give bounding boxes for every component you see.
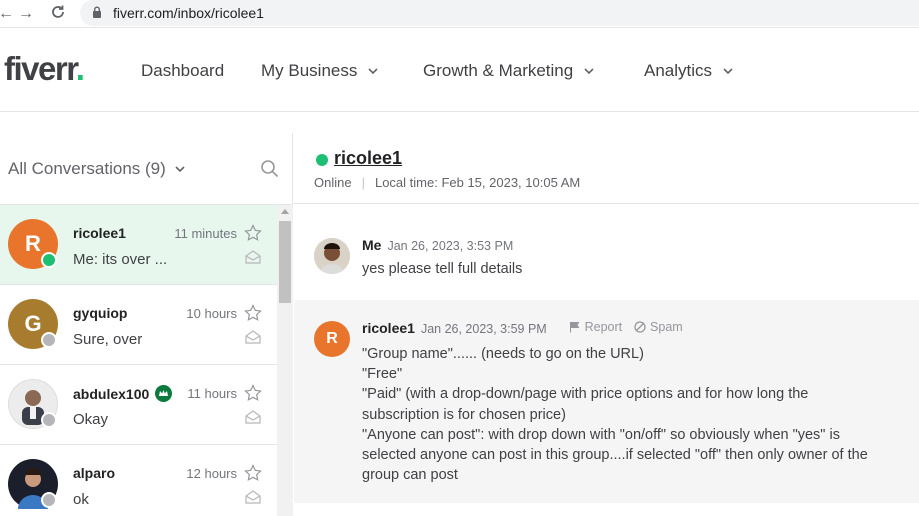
url-text: fiverr.com/inbox/ricolee1 xyxy=(113,5,264,21)
conversation-preview: Me: its over ... xyxy=(73,251,168,268)
message-body: yes please tell full details xyxy=(362,261,523,277)
avatar: R xyxy=(314,321,350,357)
reload-icon[interactable] xyxy=(48,4,68,24)
message-date: Jan 26, 2023, 3:53 PM xyxy=(387,239,514,253)
avatar-photo xyxy=(314,238,350,274)
chevron-down-icon xyxy=(723,68,733,75)
block-icon xyxy=(634,321,646,333)
conversation-name: ricolee1 xyxy=(73,225,126,241)
nav-dashboard[interactable]: Dashboard xyxy=(141,61,224,81)
online-status-dot xyxy=(41,252,57,268)
local-time-text: Local time: Feb 15, 2023, 10:05 AM xyxy=(374,175,581,190)
message-line: group can post xyxy=(362,467,458,484)
chat-header: ricolee1 Online | Local time: Feb 15, 20… xyxy=(294,133,919,204)
browser-toolbar: ← → fiverr.com/inbox/ricolee1 xyxy=(0,0,919,28)
online-status-text: Online xyxy=(314,175,352,190)
conversations-header: All Conversations (9) xyxy=(0,133,293,205)
back-arrow-icon[interactable]: ← xyxy=(0,4,16,24)
nav-growth-marketing[interactable]: Growth & Marketing xyxy=(423,61,595,81)
spam-button[interactable]: Spam xyxy=(634,320,683,334)
message-line: "Group name"...... (needs to go on the U… xyxy=(362,346,644,362)
message-header: Me Jan 26, 2023, 3:53 PM xyxy=(362,237,513,253)
message-line: selected anyone can post in this group..… xyxy=(362,447,868,464)
offline-status-dot xyxy=(41,492,57,508)
envelope-open-icon[interactable] xyxy=(245,330,261,344)
envelope-open-icon[interactable] xyxy=(245,410,261,424)
message-body: "Group name"...... (needs to go on the U… xyxy=(362,344,910,485)
message-header: ricolee1 Jan 26, 2023, 3:59 PM Report Spa… xyxy=(362,320,683,336)
offline-status-dot xyxy=(41,412,57,428)
scrollbar-thumb[interactable] xyxy=(279,221,291,303)
lock-icon xyxy=(93,6,101,18)
chevron-down-icon xyxy=(584,68,594,75)
conversation-item-gyquiop[interactable]: G gyquiop 10 hours Sure, over xyxy=(0,285,277,365)
conversation-name: abdulex100 xyxy=(73,385,173,402)
conversation-list: R ricolee1 11 minutes Me: its over ... G… xyxy=(0,205,277,516)
chat-panel: ricolee1 Online | Local time: Feb 15, 20… xyxy=(294,133,919,516)
star-icon[interactable] xyxy=(244,464,262,482)
offline-status-dot xyxy=(41,332,57,348)
report-button[interactable]: Report xyxy=(569,320,622,334)
conversation-preview: ok xyxy=(73,491,89,508)
crown-badge-icon xyxy=(155,385,173,402)
conversation-preview: Sure, over xyxy=(73,331,143,348)
conversation-time: 10 hours xyxy=(186,306,237,321)
flag-icon xyxy=(569,322,579,333)
chat-username-link[interactable]: ricolee1 xyxy=(334,148,402,169)
star-icon[interactable] xyxy=(244,304,262,322)
address-bar[interactable]: fiverr.com/inbox/ricolee1 xyxy=(80,0,919,26)
conversation-time: 11 minutes xyxy=(174,226,237,241)
chat-meta: Online | Local time: Feb 15, 2023, 10:05… xyxy=(314,175,580,190)
conversation-scrollbar[interactable] xyxy=(277,205,293,516)
meta-divider: | xyxy=(361,175,365,190)
conversations-panel: All Conversations (9) R ricolee1 11 minu… xyxy=(0,133,293,516)
message-item: Me Jan 26, 2023, 3:53 PM yes please tell … xyxy=(294,223,919,293)
message-date: Jan 26, 2023, 3:59 PM xyxy=(420,322,547,336)
conversation-name: alparo xyxy=(73,465,116,481)
message-line: "Free" xyxy=(362,366,403,383)
conversation-preview: Okay xyxy=(73,411,109,428)
message-sender: ricolee1 xyxy=(362,320,415,336)
chevron-down-icon xyxy=(368,68,378,75)
message-sender: Me xyxy=(362,237,382,253)
conversation-item-ricolee1[interactable]: R ricolee1 11 minutes Me: its over ... xyxy=(0,205,277,285)
online-status-dot xyxy=(316,154,328,166)
message-item: R ricolee1 Jan 26, 2023, 3:59 PM Report S… xyxy=(294,300,919,503)
envelope-open-icon[interactable] xyxy=(245,250,261,264)
conversation-time: 11 hours xyxy=(187,386,237,401)
star-icon[interactable] xyxy=(244,384,262,402)
conversation-name: gyquiop xyxy=(73,305,128,321)
site-header: fiverr. Dashboard My Business Growth & M… xyxy=(0,32,919,112)
conversation-item-alparo[interactable]: alparo 12 hours ok xyxy=(0,445,277,516)
fiverr-logo[interactable]: fiverr. xyxy=(4,50,85,88)
forward-arrow-icon[interactable]: → xyxy=(16,4,36,24)
envelope-open-icon[interactable] xyxy=(245,490,261,504)
message-line: "Anyone can post": with drop down with "… xyxy=(362,426,840,443)
nav-analytics[interactable]: Analytics xyxy=(644,61,734,81)
conversation-item-abdulex100[interactable]: abdulex100 11 hours Okay xyxy=(0,365,277,445)
conversation-time: 12 hours xyxy=(186,466,237,481)
conversations-filter[interactable]: All Conversations (9) xyxy=(8,159,186,179)
search-icon[interactable] xyxy=(260,159,280,179)
chevron-down-icon xyxy=(175,166,185,173)
star-icon[interactable] xyxy=(244,224,262,242)
nav-my-business[interactable]: My Business xyxy=(261,61,379,81)
message-line: "Paid" (with a drop-down/page with price… xyxy=(362,386,809,403)
message-line: subscription is for chosen price) xyxy=(362,406,566,423)
scroll-up-arrow-icon[interactable] xyxy=(281,209,289,214)
